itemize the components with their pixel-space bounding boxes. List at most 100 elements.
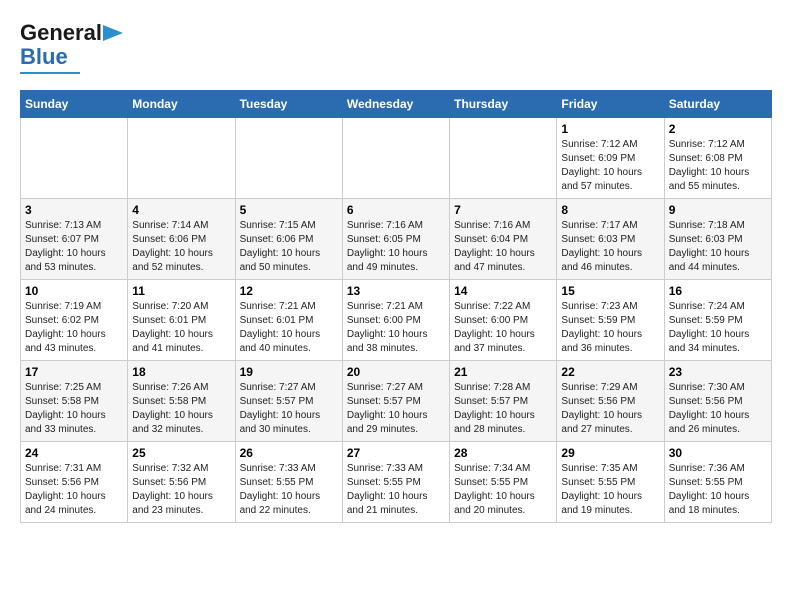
calendar-table: SundayMondayTuesdayWednesdayThursdayFrid…: [20, 90, 772, 523]
calendar-cell: 8Sunrise: 7:17 AM Sunset: 6:03 PM Daylig…: [557, 199, 664, 280]
day-info: Sunrise: 7:32 AM Sunset: 5:56 PM Dayligh…: [132, 462, 230, 518]
day-number: 28: [454, 446, 552, 460]
logo-general: General: [20, 20, 102, 46]
day-number: 18: [132, 365, 230, 379]
calendar-cell: 20Sunrise: 7:27 AM Sunset: 5:57 PM Dayli…: [342, 361, 449, 442]
day-info: Sunrise: 7:36 AM Sunset: 5:55 PM Dayligh…: [669, 462, 767, 518]
calendar-cell: 26 Sunrise: 7:33 AM Sunset: 5:55 PM Dayli…: [235, 442, 342, 523]
day-number: 1: [561, 122, 659, 136]
weekday-header: Saturday: [664, 91, 771, 118]
calendar-cell: 4 Sunrise: 7:14 AM Sunset: 6:06 PM Daylig…: [128, 199, 235, 280]
weekday-header: Thursday: [450, 91, 557, 118]
day-info: Sunrise: 7:29 AM Sunset: 5:56 PM Dayligh…: [561, 381, 659, 437]
weekday-header: Tuesday: [235, 91, 342, 118]
calendar-cell: 11Sunrise: 7:20 AM Sunset: 6:01 PM Dayli…: [128, 280, 235, 361]
logo-underline: [20, 72, 80, 74]
day-info: Sunrise: 7:24 AM Sunset: 5:59 PM Dayligh…: [669, 300, 767, 356]
day-info: Sunrise: 7:18 AM Sunset: 6:03 PM Dayligh…: [669, 219, 767, 275]
weekday-header: Sunday: [21, 91, 128, 118]
day-number: 25: [132, 446, 230, 460]
day-number: 2: [669, 122, 767, 136]
day-number: 6: [347, 203, 445, 217]
day-info: Sunrise: 7:12 AM Sunset: 6:08 PM Dayligh…: [669, 138, 767, 194]
calendar-cell: 24 Sunrise: 7:31 AM Sunset: 5:56 PM Dayli…: [21, 442, 128, 523]
day-info: Sunrise: 7:28 AM Sunset: 5:57 PM Dayligh…: [454, 381, 552, 437]
day-number: 24: [25, 446, 123, 460]
calendar-cell: 22 Sunrise: 7:29 AM Sunset: 5:56 PM Dayli…: [557, 361, 664, 442]
day-number: 29: [561, 446, 659, 460]
day-info: Sunrise: 7:22 AM Sunset: 6:00 PM Dayligh…: [454, 300, 552, 356]
calendar-cell: 10Sunrise: 7:19 AM Sunset: 6:02 PM Dayli…: [21, 280, 128, 361]
day-info: Sunrise: 7:12 AM Sunset: 6:09 PM Dayligh…: [561, 138, 659, 194]
calendar-cell: 29 Sunrise: 7:35 AM Sunset: 5:55 PM Dayli…: [557, 442, 664, 523]
day-info: Sunrise: 7:21 AM Sunset: 6:00 PM Dayligh…: [347, 300, 445, 356]
calendar-cell: 19 Sunrise: 7:27 AM Sunset: 5:57 PM Dayli…: [235, 361, 342, 442]
day-number: 5: [240, 203, 338, 217]
calendar-cell: 16 Sunrise: 7:24 AM Sunset: 5:59 PM Dayli…: [664, 280, 771, 361]
calendar-cell: 1 Sunrise: 7:12 AM Sunset: 6:09 PM Daylig…: [557, 118, 664, 199]
calendar-cell: [128, 118, 235, 199]
day-info: Sunrise: 7:14 AM Sunset: 6:06 PM Dayligh…: [132, 219, 230, 275]
day-number: 15: [561, 284, 659, 298]
day-number: 8: [561, 203, 659, 217]
day-number: 17: [25, 365, 123, 379]
calendar-cell: 15 Sunrise: 7:23 AM Sunset: 5:59 PM Dayli…: [557, 280, 664, 361]
calendar-cell: 13 Sunrise: 7:21 AM Sunset: 6:00 PM Dayli…: [342, 280, 449, 361]
day-info: Sunrise: 7:31 AM Sunset: 5:56 PM Dayligh…: [25, 462, 123, 518]
day-info: Sunrise: 7:26 AM Sunset: 5:58 PM Dayligh…: [132, 381, 230, 437]
day-info: Sunrise: 7:23 AM Sunset: 5:59 PM Dayligh…: [561, 300, 659, 356]
day-info: Sunrise: 7:33 AM Sunset: 5:55 PM Dayligh…: [240, 462, 338, 518]
day-info: Sunrise: 7:15 AM Sunset: 6:06 PM Dayligh…: [240, 219, 338, 275]
day-number: 9: [669, 203, 767, 217]
calendar-cell: [342, 118, 449, 199]
page-header: General Blue: [20, 20, 772, 74]
calendar-cell: 7 Sunrise: 7:16 AM Sunset: 6:04 PM Daylig…: [450, 199, 557, 280]
weekday-header: Friday: [557, 91, 664, 118]
day-info: Sunrise: 7:16 AM Sunset: 6:04 PM Dayligh…: [454, 219, 552, 275]
calendar-cell: 30 Sunrise: 7:36 AM Sunset: 5:55 PM Dayli…: [664, 442, 771, 523]
calendar-cell: 27 Sunrise: 7:33 AM Sunset: 5:55 PM Dayli…: [342, 442, 449, 523]
day-info: Sunrise: 7:25 AM Sunset: 5:58 PM Dayligh…: [25, 381, 123, 437]
day-number: 4: [132, 203, 230, 217]
calendar-cell: 23 Sunrise: 7:30 AM Sunset: 5:56 PM Dayli…: [664, 361, 771, 442]
calendar-week-row: 1 Sunrise: 7:12 AM Sunset: 6:09 PM Daylig…: [21, 118, 772, 199]
day-info: Sunrise: 7:33 AM Sunset: 5:55 PM Dayligh…: [347, 462, 445, 518]
day-number: 10: [25, 284, 123, 298]
calendar-cell: 3Sunrise: 7:13 AM Sunset: 6:07 PM Daylig…: [21, 199, 128, 280]
day-number: 30: [669, 446, 767, 460]
day-number: 27: [347, 446, 445, 460]
calendar-cell: 18 Sunrise: 7:26 AM Sunset: 5:58 PM Dayli…: [128, 361, 235, 442]
calendar-cell: [235, 118, 342, 199]
day-number: 23: [669, 365, 767, 379]
calendar-cell: 2 Sunrise: 7:12 AM Sunset: 6:08 PM Daylig…: [664, 118, 771, 199]
day-info: Sunrise: 7:30 AM Sunset: 5:56 PM Dayligh…: [669, 381, 767, 437]
calendar-cell: 9 Sunrise: 7:18 AM Sunset: 6:03 PM Daylig…: [664, 199, 771, 280]
day-number: 13: [347, 284, 445, 298]
day-info: Sunrise: 7:16 AM Sunset: 6:05 PM Dayligh…: [347, 219, 445, 275]
calendar-cell: [21, 118, 128, 199]
day-number: 26: [240, 446, 338, 460]
day-info: Sunrise: 7:34 AM Sunset: 5:55 PM Dayligh…: [454, 462, 552, 518]
calendar-cell: [450, 118, 557, 199]
day-number: 3: [25, 203, 123, 217]
logo: General Blue: [20, 20, 123, 74]
day-number: 7: [454, 203, 552, 217]
calendar-cell: 6 Sunrise: 7:16 AM Sunset: 6:05 PM Daylig…: [342, 199, 449, 280]
day-number: 14: [454, 284, 552, 298]
calendar-cell: 12 Sunrise: 7:21 AM Sunset: 6:01 PM Dayli…: [235, 280, 342, 361]
day-number: 16: [669, 284, 767, 298]
weekday-header-row: SundayMondayTuesdayWednesdayThursdayFrid…: [21, 91, 772, 118]
weekday-header: Wednesday: [342, 91, 449, 118]
day-info: Sunrise: 7:35 AM Sunset: 5:55 PM Dayligh…: [561, 462, 659, 518]
day-info: Sunrise: 7:27 AM Sunset: 5:57 PM Dayligh…: [240, 381, 338, 437]
weekday-header: Monday: [128, 91, 235, 118]
calendar-week-row: 10Sunrise: 7:19 AM Sunset: 6:02 PM Dayli…: [21, 280, 772, 361]
day-number: 22: [561, 365, 659, 379]
day-number: 19: [240, 365, 338, 379]
calendar-cell: 28 Sunrise: 7:34 AM Sunset: 5:55 PM Dayli…: [450, 442, 557, 523]
logo-blue: Blue: [20, 44, 68, 70]
calendar-cell: 5 Sunrise: 7:15 AM Sunset: 6:06 PM Daylig…: [235, 199, 342, 280]
day-info: Sunrise: 7:21 AM Sunset: 6:01 PM Dayligh…: [240, 300, 338, 356]
calendar-week-row: 24 Sunrise: 7:31 AM Sunset: 5:56 PM Dayli…: [21, 442, 772, 523]
day-number: 12: [240, 284, 338, 298]
